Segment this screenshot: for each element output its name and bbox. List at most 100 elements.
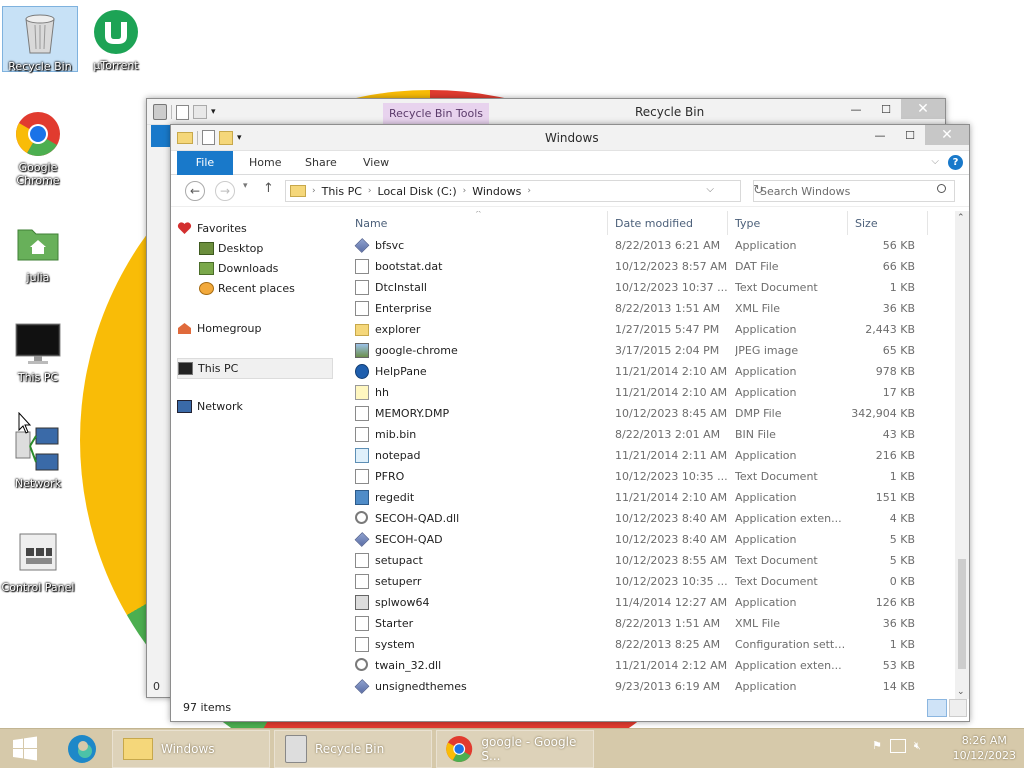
address-dropdown-icon[interactable]: ⌵ bbox=[706, 184, 714, 195]
taskbar-item-windows[interactable]: Windows bbox=[112, 730, 270, 768]
file-row[interactable]: hh 11/21/2014 2:10 AM Application 17 KB bbox=[349, 382, 955, 403]
file-row[interactable]: mib.bin 8/22/2013 2:01 AM BIN File 43 KB bbox=[349, 424, 955, 445]
flag-icon[interactable]: ⚑ bbox=[872, 739, 882, 753]
minimize-button[interactable]: — bbox=[841, 99, 871, 119]
forward-button[interactable]: → bbox=[215, 181, 235, 201]
nav-desktop[interactable]: Desktop bbox=[177, 239, 335, 259]
file-size: 56 KB bbox=[882, 239, 915, 252]
minimize-button[interactable]: — bbox=[865, 125, 895, 145]
close-button[interactable]: ✕ bbox=[925, 125, 969, 145]
desktop-icon-network[interactable]: Network bbox=[0, 426, 76, 490]
properties-icon[interactable] bbox=[176, 104, 189, 120]
maximize-button[interactable]: ☐ bbox=[871, 99, 901, 119]
file-row[interactable]: MEMORY.DMP 10/12/2023 8:45 AM DMP File 342,… bbox=[349, 403, 955, 424]
column-header-type[interactable]: Type bbox=[735, 217, 760, 230]
qat-dropdown-icon[interactable]: ▾ bbox=[211, 107, 216, 117]
file-row[interactable]: setuperr 10/12/2023 10:35 ... Text Documen… bbox=[349, 571, 955, 592]
large-icons-view-icon[interactable] bbox=[949, 699, 967, 717]
desktop-icon-control-panel[interactable]: Control Panel bbox=[0, 530, 76, 594]
file-row[interactable]: regedit 11/21/2014 2:10 AM Application 151 … bbox=[349, 487, 955, 508]
file-name: hh bbox=[375, 386, 389, 399]
address-bar[interactable]: › This PC › Local Disk (C:) › Windows › … bbox=[285, 180, 764, 202]
file-row[interactable]: explorer 1/27/2015 5:47 PM Application 2,44… bbox=[349, 319, 955, 340]
expand-ribbon-icon[interactable]: ⌵ bbox=[931, 156, 939, 167]
desktop-icon-julia[interactable]: julia bbox=[0, 220, 76, 284]
nav-network[interactable]: Network bbox=[177, 397, 335, 417]
up-button[interactable]: ↑ bbox=[263, 181, 274, 196]
taskbar-edge[interactable] bbox=[60, 730, 104, 768]
maximize-button[interactable]: ☐ bbox=[895, 125, 925, 145]
file-tab-edge[interactable] bbox=[151, 125, 171, 147]
nav-homegroup[interactable]: Homegroup bbox=[177, 319, 335, 339]
file-row[interactable]: splwow64 11/4/2014 12:27 AM Application 126… bbox=[349, 592, 955, 613]
file-row[interactable]: google-chrome 3/17/2015 2:04 PM JPEG image… bbox=[349, 340, 955, 361]
qat-dropdown-icon[interactable]: ▾ bbox=[237, 133, 242, 143]
network-status-icon[interactable] bbox=[889, 739, 906, 753]
tab-home[interactable]: Home bbox=[237, 151, 293, 175]
file-row[interactable]: PFRO 10/12/2023 10:35 ... Text Document 1 K… bbox=[349, 466, 955, 487]
tab-share[interactable]: Share bbox=[293, 151, 349, 175]
new-folder-icon[interactable] bbox=[193, 105, 207, 119]
breadcrumb-windows[interactable]: Windows bbox=[472, 185, 521, 198]
column-header-name[interactable]: Name bbox=[355, 217, 387, 230]
file-row[interactable]: SECOH-QAD.dll 10/12/2023 8:40 AM Applicati… bbox=[349, 508, 955, 529]
volume-muted-icon[interactable]: 🔇︎ bbox=[914, 739, 921, 753]
desktop-icon-google-chrome[interactable]: Google Chrome bbox=[0, 110, 76, 187]
file-row[interactable]: bootstat.dat 10/12/2023 8:57 AM DAT File 66… bbox=[349, 256, 955, 277]
file-row[interactable]: SECOH-QAD 10/12/2023 8:40 AM Application 5 … bbox=[349, 529, 955, 550]
file-row[interactable]: unsignedthemes 9/23/2013 6:19 AM Applicati… bbox=[349, 676, 955, 697]
clock[interactable]: 8:26 AM 10/12/2023 bbox=[953, 733, 1016, 763]
column-header-date-modified[interactable]: Date modified bbox=[615, 217, 693, 230]
file-row[interactable]: Starter 8/22/2013 1:51 AM XML File 36 KB bbox=[349, 613, 955, 634]
file-size: 126 KB bbox=[875, 596, 915, 609]
scrollbar-thumb[interactable] bbox=[958, 559, 966, 669]
file-name: twain_32.dll bbox=[375, 659, 442, 672]
new-folder-icon[interactable] bbox=[219, 130, 233, 145]
file-row[interactable]: HelpPane 11/21/2014 2:10 AM Application 978… bbox=[349, 361, 955, 382]
nav-this-pc[interactable]: This PC bbox=[177, 358, 333, 379]
file-row[interactable]: setupact 10/12/2023 8:55 AM Text Document 5… bbox=[349, 550, 955, 571]
recent-locations-icon[interactable]: ▾ bbox=[243, 181, 248, 191]
start-button[interactable] bbox=[8, 730, 42, 768]
desktop-icon-utorrent[interactable]: µTorrent bbox=[78, 8, 154, 72]
file-name: unsignedthemes bbox=[375, 680, 467, 693]
column-header-size[interactable]: Size bbox=[855, 217, 878, 230]
file-date: 8/22/2013 2:01 AM bbox=[615, 428, 721, 441]
file-date: 1/27/2015 5:47 PM bbox=[615, 323, 720, 336]
scroll-up-icon[interactable]: ⌃ bbox=[957, 213, 965, 223]
contextual-tab-recycle-bin-tools[interactable]: Recycle Bin Tools bbox=[383, 103, 490, 125]
clock-date: 10/12/2023 bbox=[952, 749, 1016, 762]
taskbar-item-chrome[interactable]: google - Google S... bbox=[436, 730, 594, 768]
document-icon bbox=[355, 553, 369, 568]
search-icon[interactable] bbox=[937, 184, 946, 193]
file-size: 1 KB bbox=[889, 470, 915, 483]
file-row[interactable]: system 8/22/2013 8:25 AM Configuration set… bbox=[349, 634, 955, 655]
file-row[interactable]: Enterprise 8/22/2013 1:51 AM XML File 36 KB bbox=[349, 298, 955, 319]
taskbar-item-recycle-bin[interactable]: Recycle Bin bbox=[274, 730, 432, 768]
breadcrumb-local-disk[interactable]: Local Disk (C:) bbox=[378, 185, 457, 198]
file-size: 216 KB bbox=[875, 449, 915, 462]
desktop-icon-recycle-bin[interactable]: Recycle Bin bbox=[2, 6, 78, 73]
file-size: 1 KB bbox=[889, 281, 915, 294]
tab-file[interactable]: File bbox=[177, 151, 233, 175]
nav-recent-places[interactable]: Recent places bbox=[177, 279, 335, 299]
tab-view[interactable]: View bbox=[351, 151, 401, 175]
properties-icon[interactable] bbox=[202, 130, 215, 145]
vertical-scrollbar[interactable]: ⌃ ⌄ bbox=[955, 211, 969, 699]
file-row[interactable]: twain_32.dll 11/21/2014 2:12 AM Applicatio… bbox=[349, 655, 955, 676]
file-row[interactable]: notepad 11/21/2014 2:11 AM Application 216 … bbox=[349, 445, 955, 466]
nav-downloads[interactable]: Downloads bbox=[177, 259, 335, 279]
back-button[interactable]: ← bbox=[185, 181, 205, 201]
breadcrumb-this-pc[interactable]: This PC bbox=[322, 185, 362, 198]
help-icon[interactable]: ? bbox=[948, 155, 963, 170]
file-row[interactable]: bfsvc 8/22/2013 6:21 AM Application 56 KB bbox=[349, 235, 955, 256]
document-icon bbox=[355, 280, 369, 295]
close-button[interactable]: ✕ bbox=[901, 99, 945, 119]
explorer-window[interactable]: ▾ Windows — ☐ ✕ File Home Share View ⌵ ?… bbox=[170, 124, 970, 722]
details-view-icon[interactable] bbox=[927, 699, 947, 717]
file-row[interactable]: DtcInstall 10/12/2023 10:37 ... Text Docum… bbox=[349, 277, 955, 298]
desktop-icon-this-pc[interactable]: This PC bbox=[0, 320, 76, 384]
network-icon bbox=[177, 400, 192, 413]
search-input[interactable]: Search Windows bbox=[753, 180, 955, 202]
nav-favorites[interactable]: Favorites bbox=[177, 219, 335, 239]
